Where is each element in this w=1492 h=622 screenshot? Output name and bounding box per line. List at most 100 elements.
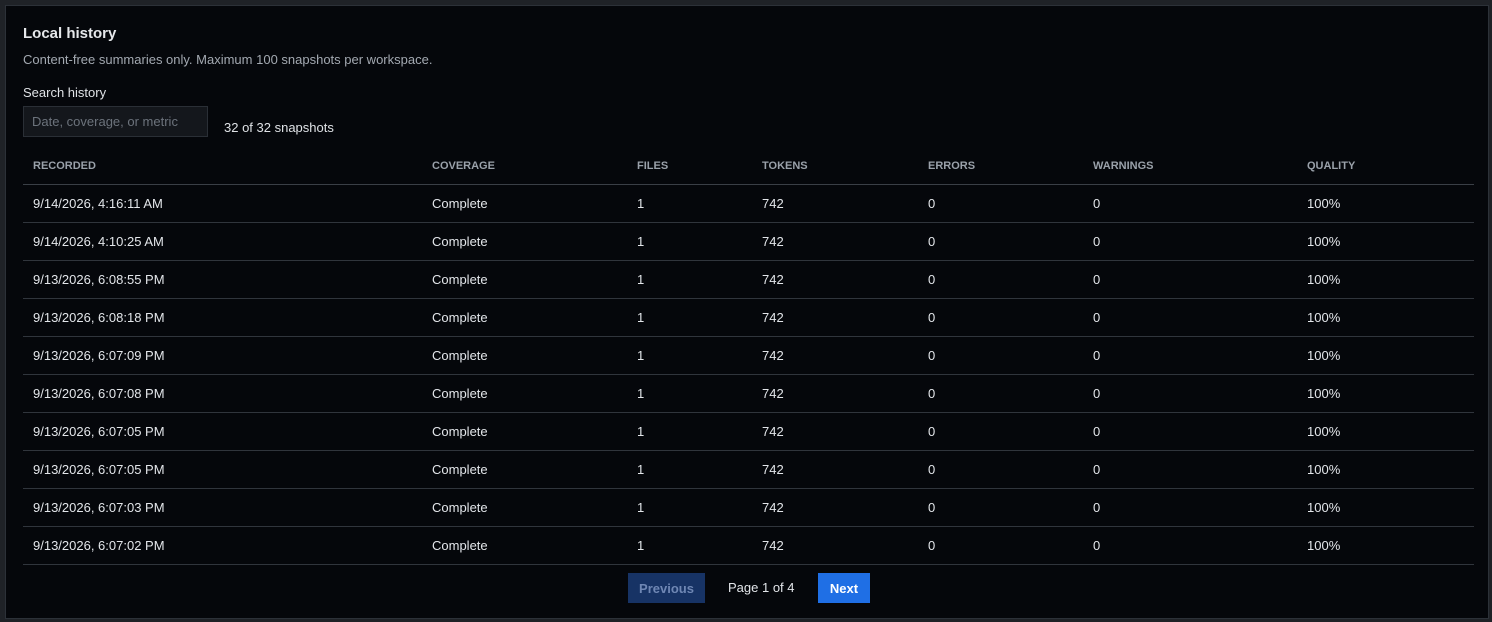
cell-warnings: 0 <box>1083 184 1297 223</box>
cell-files: 1 <box>627 298 752 337</box>
snapshot-count: 32 of 32 snapshots <box>224 120 334 135</box>
cell-quality: 100% <box>1297 298 1474 337</box>
cell-warnings: 0 <box>1083 222 1297 261</box>
cell-warnings: 0 <box>1083 298 1297 337</box>
cell-coverage: Complete <box>422 488 627 527</box>
table-header-row: RECORDED COVERAGE FILES TOKENS ERRORS WA… <box>23 147 1474 185</box>
cell-recorded: 9/13/2026, 6:07:05 PM <box>23 412 422 451</box>
cell-warnings: 0 <box>1083 374 1297 413</box>
cell-coverage: Complete <box>422 184 627 223</box>
cell-coverage: Complete <box>422 260 627 299</box>
cell-tokens: 742 <box>752 260 918 299</box>
table-row: 9/13/2026, 6:07:05 PM Complete 1 742 0 0 100% <box>23 412 1474 451</box>
cell-quality: 100% <box>1297 336 1474 375</box>
cell-tokens: 742 <box>752 450 918 489</box>
cell-tokens: 742 <box>752 222 918 261</box>
page-title: Local history <box>23 25 117 42</box>
cell-coverage: Complete <box>422 450 627 489</box>
cell-files: 1 <box>627 222 752 261</box>
column-header-errors: ERRORS <box>918 147 1083 185</box>
table-row: 9/13/2026, 6:07:05 PM Complete 1 742 0 0 100% <box>23 450 1474 489</box>
cell-errors: 0 <box>918 298 1083 337</box>
cell-recorded: 9/13/2026, 6:07:08 PM <box>23 374 422 413</box>
table-row: 9/14/2026, 4:16:11 AM Complete 1 742 0 0 100% <box>23 184 1474 223</box>
cell-tokens: 742 <box>752 488 918 527</box>
cell-files: 1 <box>627 260 752 299</box>
cell-errors: 0 <box>918 450 1083 489</box>
cell-warnings: 0 <box>1083 488 1297 527</box>
column-header-tokens: TOKENS <box>752 147 918 185</box>
cell-coverage: Complete <box>422 374 627 413</box>
history-table: RECORDED COVERAGE FILES TOKENS ERRORS WA… <box>23 147 1474 565</box>
column-header-coverage: COVERAGE <box>422 147 627 185</box>
cell-coverage: Complete <box>422 412 627 451</box>
table-row: 9/13/2026, 6:08:18 PM Complete 1 742 0 0 100% <box>23 298 1474 337</box>
cell-files: 1 <box>627 374 752 413</box>
cell-tokens: 742 <box>752 526 918 565</box>
cell-coverage: Complete <box>422 298 627 337</box>
cell-warnings: 0 <box>1083 336 1297 375</box>
cell-quality: 100% <box>1297 526 1474 565</box>
table-row: 9/13/2026, 6:07:02 PM Complete 1 742 0 0 100% <box>23 526 1474 565</box>
search-input[interactable] <box>23 106 208 137</box>
cell-recorded: 9/14/2026, 4:10:25 AM <box>23 222 422 261</box>
cell-recorded: 9/14/2026, 4:16:11 AM <box>23 184 422 223</box>
cell-tokens: 742 <box>752 374 918 413</box>
table-body: 9/14/2026, 4:16:11 AM Complete 1 742 0 0 100% 9… <box>23 184 1474 565</box>
cell-coverage: Complete <box>422 526 627 565</box>
table-row: 9/13/2026, 6:08:55 PM Complete 1 742 0 0 100% <box>23 260 1474 299</box>
cell-coverage: Complete <box>422 336 627 375</box>
cell-files: 1 <box>627 184 752 223</box>
column-header-quality: QUALITY <box>1297 147 1474 185</box>
next-button[interactable]: Next <box>818 573 870 603</box>
cell-recorded: 9/13/2026, 6:08:55 PM <box>23 260 422 299</box>
pagination: Previous Page 1 of 4 Next <box>6 573 1488 603</box>
cell-errors: 0 <box>918 184 1083 223</box>
cell-tokens: 742 <box>752 336 918 375</box>
page-indicator: Page 1 of 4 <box>728 580 795 595</box>
cell-files: 1 <box>627 412 752 451</box>
cell-warnings: 0 <box>1083 412 1297 451</box>
cell-files: 1 <box>627 526 752 565</box>
cell-quality: 100% <box>1297 222 1474 261</box>
cell-errors: 0 <box>918 374 1083 413</box>
cell-errors: 0 <box>918 222 1083 261</box>
column-header-recorded: RECORDED <box>23 147 422 185</box>
cell-tokens: 742 <box>752 412 918 451</box>
cell-quality: 100% <box>1297 374 1474 413</box>
cell-coverage: Complete <box>422 222 627 261</box>
cell-recorded: 9/13/2026, 6:07:02 PM <box>23 526 422 565</box>
local-history-panel: Local history Content-free summaries onl… <box>5 5 1489 619</box>
cell-files: 1 <box>627 488 752 527</box>
cell-quality: 100% <box>1297 260 1474 299</box>
cell-errors: 0 <box>918 412 1083 451</box>
cell-files: 1 <box>627 450 752 489</box>
cell-warnings: 0 <box>1083 450 1297 489</box>
table-row: 9/13/2026, 6:07:09 PM Complete 1 742 0 0 100% <box>23 336 1474 375</box>
cell-errors: 0 <box>918 488 1083 527</box>
previous-button[interactable]: Previous <box>628 573 705 603</box>
cell-errors: 0 <box>918 336 1083 375</box>
table-row: 9/14/2026, 4:10:25 AM Complete 1 742 0 0 100% <box>23 222 1474 261</box>
cell-recorded: 9/13/2026, 6:08:18 PM <box>23 298 422 337</box>
cell-quality: 100% <box>1297 184 1474 223</box>
page-subtitle: Content-free summaries only. Maximum 100… <box>23 52 433 67</box>
cell-recorded: 9/13/2026, 6:07:05 PM <box>23 450 422 489</box>
column-header-files: FILES <box>627 147 752 185</box>
cell-recorded: 9/13/2026, 6:07:03 PM <box>23 488 422 527</box>
cell-errors: 0 <box>918 526 1083 565</box>
cell-quality: 100% <box>1297 412 1474 451</box>
cell-quality: 100% <box>1297 450 1474 489</box>
cell-quality: 100% <box>1297 488 1474 527</box>
table-row: 9/13/2026, 6:07:08 PM Complete 1 742 0 0 100% <box>23 374 1474 413</box>
table-row: 9/13/2026, 6:07:03 PM Complete 1 742 0 0 100% <box>23 488 1474 527</box>
column-header-warnings: WARNINGS <box>1083 147 1297 185</box>
cell-errors: 0 <box>918 260 1083 299</box>
search-label: Search history <box>23 85 107 100</box>
cell-files: 1 <box>627 336 752 375</box>
cell-tokens: 742 <box>752 298 918 337</box>
cell-recorded: 9/13/2026, 6:07:09 PM <box>23 336 422 375</box>
cell-warnings: 0 <box>1083 526 1297 565</box>
cell-tokens: 742 <box>752 184 918 223</box>
cell-warnings: 0 <box>1083 260 1297 299</box>
